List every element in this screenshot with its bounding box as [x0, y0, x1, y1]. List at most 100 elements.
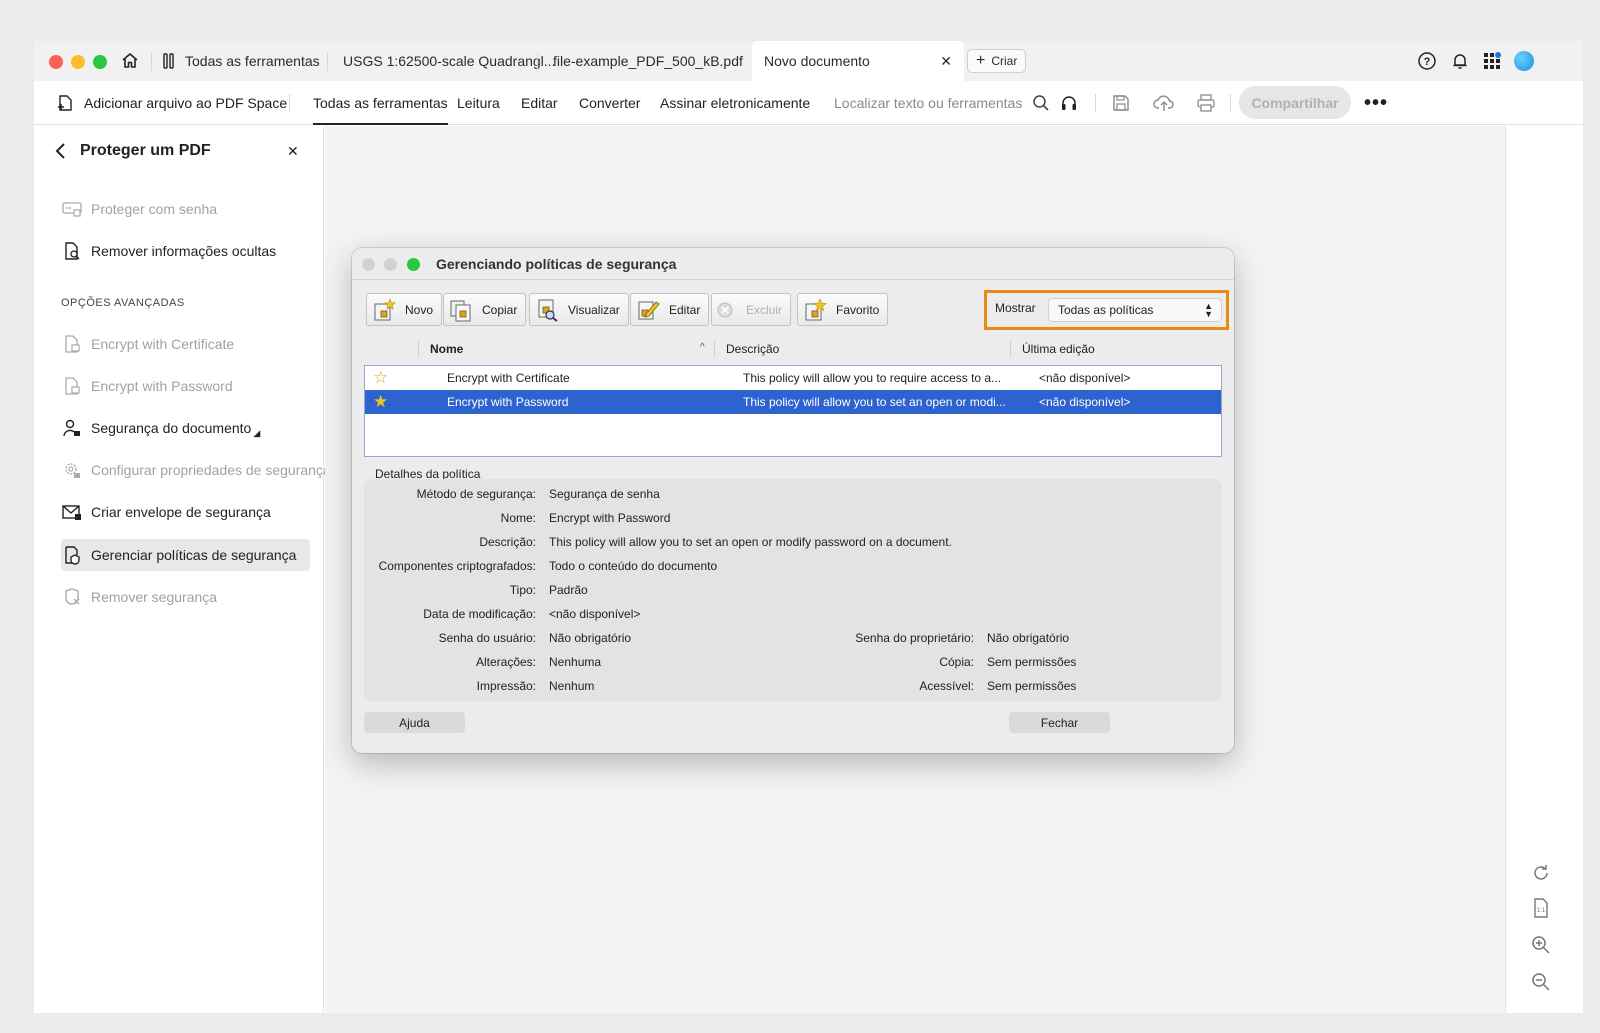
detail-value: Encrypt with Password [549, 511, 671, 525]
close-dialog-button[interactable]: Fechar [1009, 712, 1110, 733]
dialog-zoom-button[interactable] [407, 258, 420, 271]
new-policy-button[interactable]: Novo [366, 293, 443, 326]
show-policies-select[interactable]: Todas as políticas ▲ ▼ [1049, 299, 1221, 321]
select-value: Todas as políticas [1058, 303, 1154, 317]
zoom-out-icon[interactable] [1530, 971, 1554, 995]
menu-all-tools[interactable]: Todas as ferramentas [313, 81, 448, 125]
tools-icon [162, 53, 176, 69]
tab-file-example[interactable]: file-example_PDF_500_kB.pdf [553, 41, 743, 81]
sidebar-item-remove-security[interactable]: Remover segurança [61, 581, 217, 613]
tab-usgs[interactable]: USGS 1:62500-scale Quadrangl... [343, 41, 555, 81]
save-icon[interactable] [1111, 81, 1131, 125]
delete-policy-button[interactable]: Excluir [711, 293, 792, 326]
dialog-close-button[interactable] [362, 258, 375, 271]
app-window: Todas as ferramentas USGS 1:62500-scale … [34, 41, 1583, 1013]
zoom-window-button[interactable] [93, 55, 107, 69]
share-button[interactable]: Compartilhar [1239, 86, 1351, 119]
detail-label: Senha do proprietário: [855, 631, 974, 645]
table-row[interactable]: ☆ Encrypt with Certificate This policy w… [365, 366, 1221, 390]
document-canvas: s. Gerenciando políticas de segurança No… [325, 126, 1505, 1013]
favorite-star-icon [802, 297, 828, 323]
sidebar-item-security-envelope[interactable]: Criar envelope de segurança [61, 496, 271, 528]
column-header-description[interactable]: Descrição [726, 342, 779, 356]
help-button[interactable]: Ajuda [364, 712, 465, 733]
read-aloud-icon[interactable] [1059, 81, 1079, 125]
edit-policy-button[interactable]: Editar [630, 293, 710, 326]
detail-label: Nome: [500, 511, 536, 525]
detail-value: Não obrigatório [987, 631, 1070, 645]
close-tab-icon[interactable]: ✕ [940, 53, 952, 70]
detail-label: Alterações: [475, 655, 536, 669]
search-input[interactable]: Localizar texto ou ferramentas [834, 81, 1050, 125]
policy-details-panel: Método de segurança: Segurança de senha … [364, 479, 1222, 701]
copy-policy-button[interactable]: Copiar [443, 293, 527, 326]
minimize-window-button[interactable] [71, 55, 85, 69]
home-icon[interactable] [120, 41, 140, 81]
button-label: Copiar [482, 302, 518, 317]
sidebar-item-remove-hidden-info[interactable]: Remover informações ocultas [61, 235, 276, 267]
close-sidebar-icon[interactable]: ✕ [287, 135, 299, 167]
row-description: This policy will allow you to require ac… [743, 371, 1002, 385]
avatar[interactable] [1514, 41, 1534, 81]
page-fit-icon[interactable]: 1:1 [1530, 897, 1554, 921]
rotate-icon[interactable] [1530, 862, 1554, 886]
sidebar-item-label: Configurar propriedades de segurança [91, 462, 331, 478]
detail-value: Todo o conteúdo do documento [549, 559, 718, 573]
zoom-in-icon[interactable] [1530, 934, 1554, 958]
column-header-name[interactable]: Nome [430, 342, 463, 356]
create-label: Criar [991, 54, 1018, 68]
detail-value: Sem permissões [987, 679, 1077, 693]
dialog-minimize-button[interactable] [384, 258, 397, 271]
row-name: Encrypt with Password [447, 395, 569, 409]
add-to-pdf-space-button[interactable]: Adicionar arquivo ao PDF Space [56, 81, 287, 125]
tool-sidebar: Proteger um PDF ✕ Proteger com senha Rem… [34, 126, 331, 1013]
sidebar-item-encrypt-password[interactable]: Encrypt with Password [61, 370, 233, 402]
close-window-button[interactable] [49, 55, 63, 69]
cloud-upload-icon[interactable] [1153, 81, 1175, 125]
dialog-title: Gerenciando políticas de segurança [436, 256, 677, 272]
detail-value: This policy will allow you to set an ope… [549, 535, 952, 549]
print-icon[interactable] [1196, 81, 1216, 125]
back-button[interactable]: Proteger um PDF [54, 135, 211, 167]
table-row-selected[interactable]: ★ Encrypt with Password This policy will… [365, 390, 1221, 414]
bell-icon[interactable] [1450, 41, 1470, 81]
menu-reading[interactable]: Leitura [457, 81, 500, 125]
sidebar-item-configure-security[interactable]: Configurar propriedades de segurança [61, 454, 331, 486]
sidebar-item-manage-policies[interactable]: Gerenciar políticas de segurança [61, 539, 311, 571]
row-last-edit: <não disponível> [1039, 371, 1131, 385]
plus-icon: + [976, 52, 986, 69]
tab-bar: Todas as ferramentas USGS 1:62500-scale … [34, 41, 1583, 81]
new-document-icon [371, 297, 397, 323]
sidebar-item-document-security[interactable]: Segurança do documento ◢ [61, 412, 260, 444]
tab-all-tools[interactable]: Todas as ferramentas [162, 41, 320, 81]
menu-convert[interactable]: Converter [579, 81, 640, 125]
detail-label: Descrição: [479, 535, 536, 549]
apps-grid-icon[interactable] [1482, 41, 1502, 81]
detail-value: Segurança de senha [549, 487, 660, 501]
sidebar-item-protect-password[interactable]: Proteger com senha [61, 193, 217, 225]
search-icon [1032, 94, 1050, 112]
create-button[interactable]: + Criar [967, 49, 1027, 73]
main-toolbar: Adicionar arquivo ao PDF Space Todas as … [34, 81, 1583, 125]
view-policy-button[interactable]: Visualizar [529, 293, 629, 326]
detail-label: Tipo: [509, 583, 536, 597]
sidebar-item-encrypt-certificate[interactable]: Encrypt with Certificate [61, 328, 234, 360]
row-description: This policy will allow you to set an ope… [743, 395, 1006, 409]
shield-document-icon [61, 545, 83, 565]
button-label: Favorito [836, 302, 880, 317]
menu-edit[interactable]: Editar [521, 81, 558, 125]
favorite-policy-button[interactable]: Favorito [797, 293, 889, 326]
detail-value: <não disponível> [549, 607, 641, 621]
sidebar-item-label: Remover segurança [91, 589, 218, 605]
help-icon[interactable]: ? [1417, 41, 1437, 81]
menu-sign[interactable]: Assinar eletronicamente [660, 81, 810, 125]
sort-ascending-icon[interactable]: ^ [700, 342, 705, 353]
menu-label: Assinar eletronicamente [660, 95, 811, 111]
show-filter-highlight: Mostrar Todas as políticas ▲ ▼ [984, 290, 1229, 330]
column-header-last-edit[interactable]: Última edição [1022, 342, 1095, 356]
more-options-icon[interactable]: ••• [1364, 81, 1388, 125]
sidebar-item-label: Proteger com senha [91, 201, 218, 217]
tab-new-document[interactable]: Novo documento ✕ [752, 41, 964, 81]
share-label: Compartilhar [1251, 94, 1339, 111]
detail-value: Não obrigatório [549, 631, 632, 645]
